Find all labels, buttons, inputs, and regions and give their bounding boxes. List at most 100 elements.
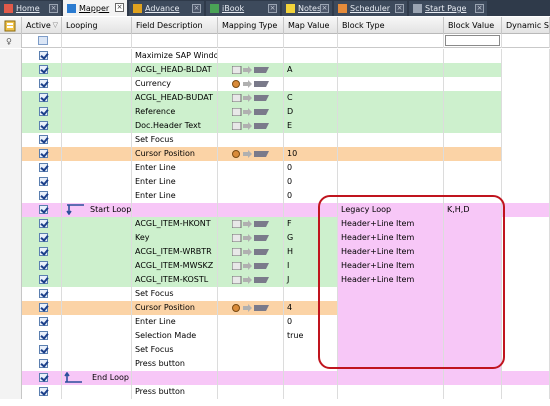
mapping-type-cell[interactable] (218, 287, 284, 301)
active-checkbox[interactable] (39, 51, 48, 60)
active-cell[interactable] (22, 133, 62, 147)
tab-mapper[interactable]: Mapper × (63, 0, 127, 16)
tab-scheduler[interactable]: Scheduler × (334, 1, 407, 16)
map-value-cell[interactable]: E (284, 119, 338, 133)
active-checkbox[interactable] (39, 303, 48, 312)
mapping-type-cell[interactable] (218, 63, 284, 77)
active-cell[interactable] (22, 77, 62, 91)
dynamic-skip-cell[interactable] (502, 301, 550, 315)
field-description-cell[interactable]: Cursor Position (132, 147, 218, 161)
filter-mapping-cell[interactable] (218, 34, 284, 48)
looping-cell[interactable] (62, 175, 132, 189)
table-row[interactable]: Reference D (0, 105, 550, 119)
active-checkbox[interactable] (39, 177, 48, 186)
field-description-cell[interactable]: Set Focus (132, 343, 218, 357)
block-type-cell[interactable]: Header+Line Item (338, 259, 444, 273)
table-row[interactable]: Enter Line 0 (0, 315, 550, 329)
active-checkbox[interactable] (39, 345, 48, 354)
row-indicator[interactable] (0, 77, 22, 91)
looping-cell[interactable] (62, 385, 132, 399)
row-indicator[interactable] (0, 245, 22, 259)
dynamic-skip-cell[interactable] (502, 105, 550, 119)
field-description-cell[interactable]: ACGL_ITEM-KOSTL (132, 273, 218, 287)
field-mapping-icon[interactable] (232, 276, 270, 284)
field-mapping-icon[interactable] (232, 248, 270, 256)
field-description-cell[interactable]: Selection Made (132, 329, 218, 343)
block-value-cell[interactable] (444, 133, 502, 147)
active-checkbox[interactable] (39, 191, 48, 200)
mapping-type-cell[interactable] (218, 91, 284, 105)
row-indicator[interactable] (0, 371, 22, 385)
mapping-type-cell[interactable] (218, 301, 284, 315)
block-type-cell[interactable]: Header+Line Item (338, 231, 444, 245)
row-indicator[interactable] (0, 133, 22, 147)
active-checkbox[interactable] (39, 79, 48, 88)
row-indicator[interactable] (0, 357, 22, 371)
table-row[interactable]: Set Focus (0, 343, 550, 357)
field-description-cell[interactable]: ACGL_HEAD-BLDAT (132, 63, 218, 77)
mapping-type-cell[interactable] (218, 161, 284, 175)
row-indicator[interactable] (0, 315, 22, 329)
block-value-cell[interactable] (444, 63, 502, 77)
filter-checkbox-icon[interactable] (38, 36, 48, 45)
block-type-cell[interactable] (338, 77, 444, 91)
block-type-cell[interactable] (338, 385, 444, 399)
field-description-cell[interactable] (132, 203, 218, 217)
row-indicator[interactable] (0, 119, 22, 133)
table-row[interactable]: Cursor Position 4 (0, 301, 550, 315)
active-checkbox[interactable] (39, 93, 48, 102)
settings-icon[interactable] (4, 20, 16, 32)
row-indicator[interactable] (0, 147, 22, 161)
table-row[interactable]: Set Focus (0, 133, 550, 147)
looping-cell[interactable] (62, 343, 132, 357)
field-description-cell[interactable]: Cursor Position (132, 301, 218, 315)
tab-start-page[interactable]: Start Page × (409, 1, 487, 16)
block-type-cell[interactable] (338, 133, 444, 147)
mapping-type-cell[interactable] (218, 259, 284, 273)
map-value-cell[interactable]: F (284, 217, 338, 231)
row-indicator[interactable] (0, 175, 22, 189)
looping-cell[interactable] (62, 161, 132, 175)
table-row[interactable]: Press button (0, 357, 550, 371)
block-value-cell[interactable] (444, 343, 502, 357)
map-value-cell[interactable]: A (284, 63, 338, 77)
active-cell[interactable] (22, 161, 62, 175)
row-indicator[interactable] (0, 161, 22, 175)
dynamic-skip-cell[interactable] (502, 77, 550, 91)
map-value-cell[interactable]: C (284, 91, 338, 105)
dynamic-skip-cell[interactable] (502, 385, 550, 399)
dynamic-skip-cell[interactable] (502, 189, 550, 203)
field-mapping-icon[interactable] (232, 234, 270, 242)
active-checkbox[interactable] (39, 121, 48, 130)
close-icon[interactable]: × (115, 3, 124, 12)
tab-notes[interactable]: Notes × (282, 1, 332, 16)
looping-cell[interactable] (62, 189, 132, 203)
active-cell[interactable] (22, 175, 62, 189)
block-type-cell[interactable]: Legacy Loop (338, 203, 444, 217)
active-checkbox[interactable] (39, 205, 48, 214)
mapping-type-cell[interactable] (218, 371, 284, 385)
block-value-cell[interactable] (444, 385, 502, 399)
block-value-cell[interactable] (444, 105, 502, 119)
block-value-cell[interactable] (444, 91, 502, 105)
map-value-cell[interactable]: 10 (284, 147, 338, 161)
active-checkbox[interactable] (39, 373, 48, 382)
active-cell[interactable] (22, 189, 62, 203)
tab-ibook[interactable]: iBook × (206, 1, 280, 16)
active-checkbox[interactable] (39, 135, 48, 144)
dynamic-skip-cell[interactable] (502, 63, 550, 77)
active-cell[interactable] (22, 357, 62, 371)
column-header-map-value[interactable]: Map Value (284, 17, 338, 34)
block-value-cell[interactable] (444, 231, 502, 245)
column-header-block-type[interactable]: Block Type (338, 17, 444, 34)
table-row[interactable]: Currency (0, 77, 550, 91)
map-value-cell[interactable] (284, 385, 338, 399)
block-value-cell[interactable] (444, 273, 502, 287)
mapping-type-cell[interactable] (218, 231, 284, 245)
row-indicator[interactable] (0, 301, 22, 315)
active-checkbox[interactable] (39, 107, 48, 116)
map-value-cell[interactable] (284, 49, 338, 63)
block-value-cell[interactable] (444, 147, 502, 161)
active-cell[interactable] (22, 119, 62, 133)
dynamic-skip-cell[interactable] (502, 315, 550, 329)
